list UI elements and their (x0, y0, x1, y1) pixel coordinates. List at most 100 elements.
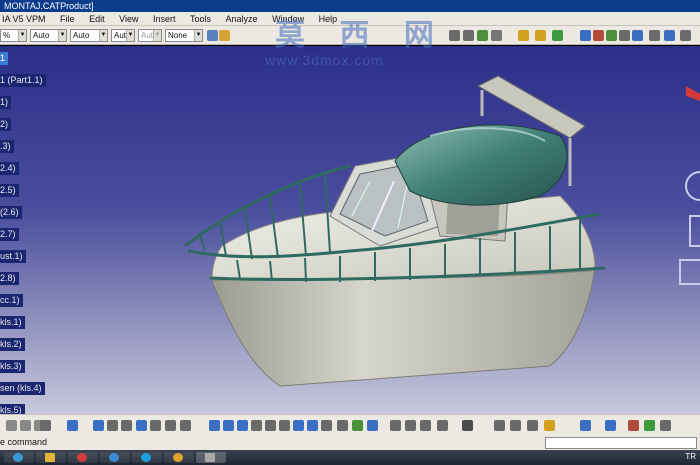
line-type-combo[interactable]: Aut ▼ (111, 29, 135, 42)
format-painter-icon[interactable] (219, 30, 230, 41)
cut-icon[interactable] (6, 420, 17, 431)
sketch-icon[interactable] (93, 420, 104, 431)
tree-node[interactable]: 1 (Part1.1) (0, 74, 46, 87)
menu-file[interactable]: File (54, 12, 81, 26)
undo-icon[interactable] (40, 420, 51, 431)
rotate-icon[interactable] (237, 420, 248, 431)
view-cube-icon[interactable] (689, 215, 700, 247)
tree-node[interactable]: ust.1) (0, 250, 26, 263)
menu-edit[interactable]: Edit (83, 12, 111, 26)
render-icon[interactable] (593, 30, 604, 41)
tree-node-label: ust.1) (0, 251, 23, 261)
light-icon[interactable] (544, 420, 555, 431)
taskbar-explorer[interactable] (36, 452, 66, 463)
apply-material-icon[interactable] (367, 420, 378, 431)
shading-edges-icon[interactable] (307, 420, 318, 431)
line-thickness-combo[interactable]: Auto ▼ (70, 29, 108, 42)
axis-glyph-icon[interactable] (679, 259, 700, 285)
swap-visible-icon[interactable] (337, 420, 348, 431)
shading-icon[interactable] (606, 30, 617, 41)
insert-part-icon[interactable] (535, 30, 546, 41)
spiral-icon[interactable] (580, 420, 591, 431)
analysis-icon[interactable] (390, 420, 401, 431)
normal-view-icon[interactable] (664, 30, 675, 41)
normal-view-icon[interactable] (279, 420, 290, 431)
multi-view-icon[interactable] (680, 30, 691, 41)
distance-icon[interactable] (437, 420, 448, 431)
swap-space-icon[interactable] (632, 30, 643, 41)
pan-icon[interactable] (223, 420, 234, 431)
palette-icon[interactable] (628, 420, 639, 431)
fit-all-icon[interactable] (209, 420, 220, 431)
measure-icon[interactable] (649, 30, 660, 41)
taskbar-skype[interactable] (132, 452, 162, 463)
hide-icon[interactable] (321, 420, 332, 431)
insert-product-icon[interactable] (518, 30, 529, 41)
compass-icon[interactable] (685, 171, 700, 201)
3d-viewport[interactable]: 1 1 (Part1.1) 1) 2) .3) 2.4) 2.5) (2.6) … (0, 46, 700, 414)
tree-node[interactable]: 2) (0, 118, 12, 131)
menu-tools[interactable]: Tools (184, 12, 217, 26)
tree-node[interactable]: kls.2) (0, 338, 25, 351)
multi-view-icon[interactable] (352, 420, 363, 431)
tree-node[interactable]: kls.5) (0, 404, 25, 414)
menu-app[interactable]: IA V5 VPM (0, 12, 52, 26)
existing-component-icon[interactable] (552, 30, 563, 41)
fix-icon[interactable] (463, 30, 474, 41)
tree-node[interactable]: 2.7) (0, 228, 19, 241)
boat-model[interactable] (0, 46, 700, 414)
clash-icon[interactable] (405, 420, 416, 431)
scene-icon[interactable] (510, 420, 521, 431)
lock-icon[interactable] (527, 420, 538, 431)
menu-analyze[interactable]: Analyze (220, 12, 264, 26)
command-input[interactable] (545, 437, 697, 449)
hide-show-icon[interactable] (619, 30, 630, 41)
link-icon[interactable] (107, 420, 118, 431)
earth-icon[interactable] (644, 420, 655, 431)
catalog-icon[interactable] (165, 420, 176, 431)
settings-icon[interactable] (660, 420, 671, 431)
manipulate-icon[interactable] (491, 30, 502, 41)
tree-node[interactable]: 1 (0, 52, 9, 65)
zoom-out-icon[interactable] (265, 420, 276, 431)
properties-icon[interactable] (180, 420, 191, 431)
taskbar-media[interactable] (68, 452, 98, 463)
menu-insert[interactable]: Insert (147, 12, 182, 26)
compass-axis-icon[interactable] (686, 86, 700, 101)
start-button[interactable] (4, 452, 34, 463)
tree-node[interactable]: kls.3) (0, 360, 25, 373)
menu-view[interactable]: View (113, 12, 144, 26)
paint-brush-icon[interactable] (207, 30, 218, 41)
graph-icon[interactable] (150, 420, 161, 431)
tree-node[interactable]: cc.1) (0, 294, 23, 307)
table-icon[interactable] (136, 420, 147, 431)
copy-icon[interactable] (20, 420, 31, 431)
magnifier-icon[interactable] (121, 420, 132, 431)
tree-node[interactable]: sen (kls.4) (0, 382, 45, 395)
tree-node[interactable]: (2.6) (0, 206, 22, 219)
taskbar-catia[interactable] (196, 452, 226, 463)
sectioning-icon[interactable] (420, 420, 431, 431)
zoom-in-icon[interactable] (251, 420, 262, 431)
taskbar-chrome[interactable] (164, 452, 194, 463)
camera-icon[interactable] (462, 420, 473, 431)
snap-icon[interactable] (477, 30, 488, 41)
view-fit-icon[interactable] (580, 30, 591, 41)
line-color-combo[interactable]: Auto ▼ (30, 29, 67, 42)
update-icon[interactable] (494, 420, 505, 431)
watermark-url: www.3dmox.com (265, 52, 384, 68)
constraint-icon[interactable] (449, 30, 460, 41)
taskbar-browser[interactable] (100, 452, 130, 463)
zoom-combo[interactable]: % ▼ (0, 29, 27, 42)
tree-node[interactable]: 1) (0, 96, 12, 109)
layer-combo[interactable]: None ▼ (165, 29, 203, 42)
iso-view-icon[interactable] (293, 420, 304, 431)
tree-node[interactable]: kls.1) (0, 316, 25, 329)
tree-node[interactable]: .3) (0, 140, 14, 153)
tree-node[interactable]: 2.5) (0, 184, 19, 197)
diamond-icon[interactable] (605, 420, 616, 431)
tree-node[interactable]: 2.4) (0, 162, 19, 175)
tree-node[interactable]: 2.8) (0, 272, 19, 285)
point-type-combo[interactable]: Aut ▼ (138, 29, 162, 42)
whats-this-icon[interactable] (67, 420, 78, 431)
